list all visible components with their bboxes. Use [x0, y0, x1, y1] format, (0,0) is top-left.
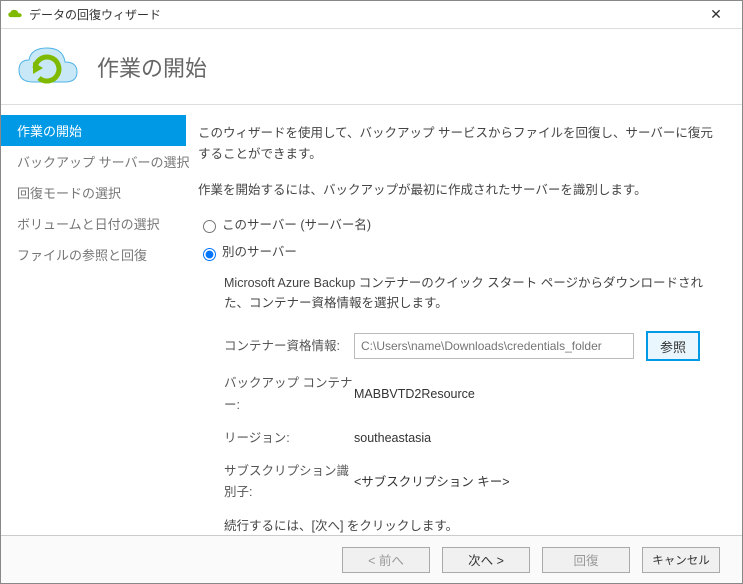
backup-container-value: MABBVTD2Resource — [354, 384, 475, 405]
wizard-window: データの回復ウィザード ✕ 作業の開始 作業の開始 バックアップ サーバーの選択… — [0, 0, 743, 584]
step-getting-started[interactable]: 作業の開始 — [1, 115, 186, 146]
window-title: データの回復ウィザード — [29, 6, 161, 23]
radio-this-server-input[interactable] — [203, 220, 216, 233]
radio-this-server-label: このサーバー (サーバー名) — [222, 215, 371, 236]
identify-prompt: 作業を開始するには、バックアップが最初に作成されたサーバーを識別します。 — [198, 180, 720, 201]
wizard-body: 作業の開始 バックアップ サーバーの選択 回復モードの選択 ボリュームと日付の選… — [1, 105, 742, 535]
back-button[interactable]: < 前へ — [342, 547, 430, 573]
vault-credentials-input[interactable] — [354, 333, 634, 359]
cancel-button[interactable]: キャンセル — [642, 547, 720, 573]
title-bar: データの回復ウィザード ✕ — [1, 1, 742, 29]
step-browse-recover-files[interactable]: ファイルの参照と回復 — [1, 239, 186, 270]
radio-other-server-input[interactable] — [203, 248, 216, 261]
app-icon — [7, 7, 23, 23]
close-button[interactable]: ✕ — [696, 2, 736, 28]
page-title: 作業の開始 — [97, 51, 207, 83]
next-button[interactable]: 次へ > — [442, 547, 530, 573]
browse-button[interactable]: 参照 — [646, 331, 700, 361]
other-server-block: Microsoft Azure Backup コンテナーのクイック スタート ペ… — [224, 273, 720, 535]
subscription-value: <サブスクリプション キー> — [354, 472, 510, 493]
subscription-row: サブスクリプション識別子: <サブスクリプション キー> — [224, 461, 720, 504]
close-icon: ✕ — [710, 6, 722, 23]
region-row: リージョン: southeastasia — [224, 428, 720, 449]
region-value: southeastasia — [354, 428, 431, 449]
vault-credentials-row: コンテナー資格情報: 参照 — [224, 331, 720, 361]
backup-container-label: バックアップ コンテナー: — [224, 373, 354, 416]
wizard-header: 作業の開始 — [1, 29, 742, 105]
vault-credentials-label: コンテナー資格情報: — [224, 336, 354, 357]
wizard-content: このウィザードを使用して、バックアップ サービスからファイルを回復し、サーバーに… — [186, 105, 742, 535]
step-select-recovery-mode[interactable]: 回復モードの選択 — [1, 177, 186, 208]
wizard-footer: < 前へ 次へ > 回復 キャンセル — [1, 535, 742, 583]
other-server-description: Microsoft Azure Backup コンテナーのクイック スタート ペ… — [224, 273, 720, 313]
intro-text: このウィザードを使用して、バックアップ サービスからファイルを回復し、サーバーに… — [198, 123, 720, 166]
continue-note: 続行するには、[次へ] をクリックします。 — [224, 516, 720, 536]
backup-container-row: バックアップ コンテナー: MABBVTD2Resource — [224, 373, 720, 416]
step-select-backup-server[interactable]: バックアップ サーバーの選択 — [1, 146, 186, 177]
radio-other-server[interactable]: 別のサーバー — [198, 242, 720, 263]
step-select-volume-date[interactable]: ボリュームと日付の選択 — [1, 208, 186, 239]
radio-this-server[interactable]: このサーバー (サーバー名) — [198, 215, 720, 236]
region-label: リージョン: — [224, 428, 354, 449]
radio-other-server-label: 別のサーバー — [222, 242, 297, 263]
subscription-label: サブスクリプション識別子: — [224, 461, 354, 504]
recover-button[interactable]: 回復 — [542, 547, 630, 573]
wizard-steps-sidebar: 作業の開始 バックアップ サーバーの選択 回復モードの選択 ボリュームと日付の選… — [1, 105, 186, 535]
cloud-restore-icon — [15, 46, 79, 88]
